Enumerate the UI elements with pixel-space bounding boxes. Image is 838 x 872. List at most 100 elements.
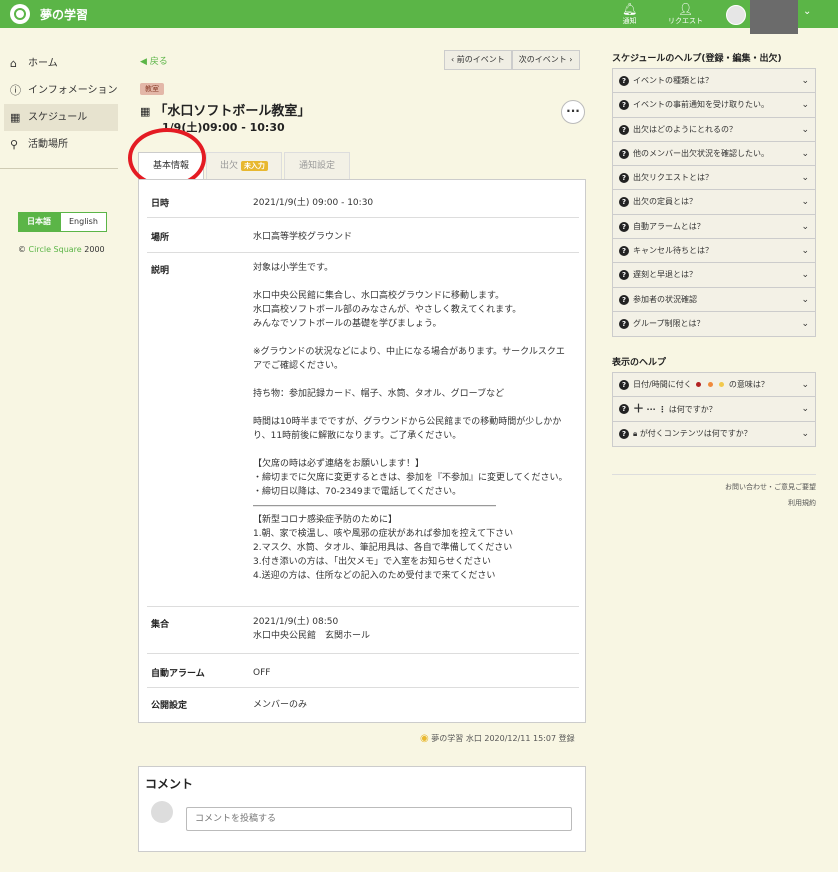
detail-key: 日時 xyxy=(151,199,170,209)
detail-key: 説明 xyxy=(151,266,170,276)
app-title[interactable]: 夢の学習 xyxy=(40,6,88,23)
attendance-status-badge: 未入力 xyxy=(240,161,268,171)
help-item[interactable]: ? 出欠はどのようにとれるの？ ⌄ xyxy=(613,118,815,142)
help-item[interactable]: ? イベントの事前通知を受け取りたい。 ⌄ xyxy=(613,93,815,118)
help-item-label: イベントの事前通知を受け取りたい。 xyxy=(633,100,769,110)
chevron-right-icon: › xyxy=(566,55,573,64)
plus-icon: ＋ xyxy=(633,402,644,416)
help-item-label: 参加者の状況確認 xyxy=(633,294,697,304)
detail-row: 説明 対象は小学生です。 水口中央公民館に集合し、水口高校グラウンドに移動します… xyxy=(147,253,579,607)
terms-link[interactable]: 利用規約 xyxy=(788,498,816,508)
copyright-year: 2000 xyxy=(84,245,105,254)
lang-ja-button[interactable]: 日本語 xyxy=(18,212,60,232)
chevron-down-icon: ⌄ xyxy=(801,124,809,135)
avatar xyxy=(151,801,173,823)
tab-label: 通知設定 xyxy=(298,161,335,171)
help-item[interactable]: ? 参加者の状況確認 ⌄ xyxy=(613,288,815,312)
chevron-down-icon: ⌄ xyxy=(801,318,809,329)
event-navigation: ‹ 前のイベント 次のイベント › xyxy=(444,50,580,70)
notify-label: 通知 xyxy=(622,17,637,25)
sidebar-item-places[interactable]: ⚲ 活動場所 xyxy=(0,131,118,158)
help-item-label: 出欠リクエストとは？ xyxy=(633,173,713,183)
detail-value: 水口高等学校グラウンド xyxy=(253,232,353,242)
help-item[interactable]: ? イベントの種類とは？ ⌄ xyxy=(613,69,815,94)
sidebar-divider xyxy=(0,168,118,169)
question-icon: ? xyxy=(619,270,629,281)
help-item-label: の意味は？ xyxy=(728,380,769,389)
creator-info: ◉ 夢の学習 水口 2020/12/11 15:07 登録 xyxy=(420,733,575,744)
contact-link[interactable]: お問い合わせ・ご意見ご要望 xyxy=(725,482,816,492)
chevron-down-icon: ⌄ xyxy=(801,294,809,305)
help-item[interactable]: ? グループ制限とは？ ⌄ xyxy=(613,312,815,336)
detail-key: 公開設定 xyxy=(151,701,188,711)
chevron-down-icon: ⌄ xyxy=(801,404,809,415)
event-detail-panel: 日時 2021/1/9(土) 09:00 - 10:30 場所 水口高等学校グラ… xyxy=(138,179,586,723)
comment-input[interactable] xyxy=(186,807,572,831)
request-button[interactable]: 👤︎ リクエスト xyxy=(668,3,703,26)
detail-key: 場所 xyxy=(151,233,170,243)
sidebar-item-label: スケジュール xyxy=(28,112,88,123)
help-item[interactable]: ? ＋ ··· ⋮ は何ですか？ ⌄ xyxy=(613,397,815,422)
app-logo-icon[interactable] xyxy=(10,4,30,24)
orange-dot-icon xyxy=(707,382,713,387)
detail-value: メンバーのみ xyxy=(253,700,308,710)
display-help-title: 表示のヘルプ xyxy=(612,358,667,368)
help-item[interactable]: ? 出欠の定員とは？ ⌄ xyxy=(613,190,815,215)
notify-button[interactable]: 🔔︎ 通知 xyxy=(622,3,637,26)
question-icon: ? xyxy=(619,100,629,111)
help-item[interactable]: ? 🔒︎ が付くコンテンツは何ですか？ ⌄ xyxy=(613,422,815,446)
copyright: © Circle Square 2000 xyxy=(18,245,105,254)
prev-event-button[interactable]: ‹ 前のイベント xyxy=(444,50,512,70)
display-help-list: ? 日付/時間に付く の意味は？ ⌄ ? ＋ ··· ⋮ は何ですか？ ⌄ ? … xyxy=(612,372,816,447)
help-item[interactable]: ? 日付/時間に付く の意味は？ ⌄ xyxy=(613,373,815,398)
help-item[interactable]: ? 出欠リクエストとは？ ⌄ xyxy=(613,166,815,191)
triangle-left-icon: ◀ xyxy=(140,57,147,67)
help-item[interactable]: ? 他のメンバー出欠状況を確認したい。 ⌄ xyxy=(613,142,815,167)
user-avatar[interactable] xyxy=(726,5,746,25)
help-item[interactable]: ? 自動アラームとは？ ⌄ xyxy=(613,215,815,240)
category-badge: 教室 xyxy=(140,83,164,95)
tab-label: 出欠 xyxy=(220,161,239,171)
event-title-text: 「水口ソフトボール教室」 xyxy=(154,104,311,119)
sidebar-item-home[interactable]: ⌂ ホーム xyxy=(0,50,118,77)
detail-key: 自動アラーム xyxy=(151,669,205,679)
next-event-button[interactable]: 次のイベント › xyxy=(511,50,580,70)
tab-notify-settings[interactable]: 通知設定 xyxy=(284,152,350,180)
help-item[interactable]: ? 遅刻と早退とは？ ⌄ xyxy=(613,263,815,288)
creator-name[interactable]: 夢の学習 水口 xyxy=(431,734,482,743)
help-item-label: グループ制限とは？ xyxy=(633,318,705,328)
sidebar-item-schedule[interactable]: ▦ スケジュール xyxy=(4,104,118,131)
map-pin-icon: ⚲ xyxy=(10,138,19,151)
sidebar-item-label: ホーム xyxy=(28,58,58,69)
chevron-down-icon: ⌄ xyxy=(801,221,809,232)
description-text: 対象は小学生です。 水口中央公民館に集合し、水口高校グラウンドに移動します。 水… xyxy=(253,263,568,581)
question-icon: ? xyxy=(619,76,629,86)
user-name-redacted[interactable] xyxy=(750,0,798,34)
sidebar-item-information[interactable]: ⓘ インフォメーション xyxy=(0,77,118,104)
chevron-down-icon: ⌄ xyxy=(801,197,809,208)
help-item-label: は何ですか？ xyxy=(668,405,717,415)
help-item-label: イベントの種類とは？ xyxy=(633,76,713,85)
brand-link[interactable]: Circle Square xyxy=(29,245,82,254)
next-event-label: 次のイベント xyxy=(518,55,567,64)
request-label: リクエスト xyxy=(668,17,703,25)
home-icon: ⌂ xyxy=(10,57,17,70)
lang-en-button[interactable]: English xyxy=(60,212,107,232)
detail-row: 日時 2021/1/9(土) 09:00 - 10:30 xyxy=(147,180,579,218)
chevron-down-icon: ⌄ xyxy=(801,100,809,111)
help-item-label: 出欠の定員とは？ xyxy=(633,197,697,207)
sidebar-item-label: 活動場所 xyxy=(28,139,68,150)
question-icon: ? xyxy=(619,428,629,439)
question-icon: ? xyxy=(619,173,629,184)
chevron-down-icon[interactable]: ⌄ xyxy=(803,6,811,17)
back-link[interactable]: ◀ 戻る xyxy=(140,54,168,67)
tab-attendance[interactable]: 出欠 未入力 xyxy=(206,152,282,180)
help-item[interactable]: ? キャンセル待ちとは？ ⌄ xyxy=(613,239,815,264)
detail-value: OFF xyxy=(253,668,271,678)
info-icon: ⓘ xyxy=(10,84,21,97)
question-icon: ? xyxy=(619,221,629,232)
help-item-label: 他のメンバー出欠状況を確認したい。 xyxy=(633,148,769,158)
help-item-label: が付くコンテンツは何ですか？ xyxy=(639,428,752,438)
vertical-ellipsis-icon: ⋮ xyxy=(658,405,667,415)
more-options-button[interactable]: ··· xyxy=(561,100,585,124)
